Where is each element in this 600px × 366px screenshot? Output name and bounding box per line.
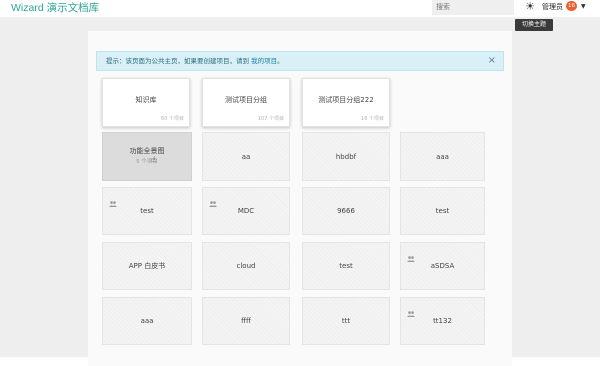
project-card[interactable]: aaa bbox=[102, 297, 192, 345]
caret-down-icon[interactable]: ▼ bbox=[581, 1, 586, 13]
brand-title[interactable]: Wizard 演示文档库 bbox=[11, 0, 99, 17]
project-title: tt132 bbox=[433, 317, 452, 325]
project-card[interactable]: aa bbox=[202, 132, 290, 181]
project-card[interactable]: 知识库 60 个项目 bbox=[102, 78, 190, 127]
project-title: 测试项目分组 bbox=[225, 95, 267, 104]
project-title: APP 白皮书 bbox=[128, 262, 166, 270]
project-title: MDC bbox=[237, 207, 255, 215]
close-icon[interactable]: × bbox=[488, 52, 496, 70]
project-card[interactable]: cloud bbox=[202, 242, 290, 290]
project-count: 5 个项目 bbox=[136, 159, 158, 166]
project-title: aSDSA bbox=[430, 262, 455, 270]
project-card[interactable]: test bbox=[102, 187, 192, 235]
users-icon bbox=[407, 302, 415, 317]
project-title: 知识库 bbox=[135, 95, 157, 104]
users-icon bbox=[109, 192, 117, 207]
project-title: test bbox=[140, 207, 154, 215]
notification-badge[interactable]: 16 bbox=[566, 1, 577, 11]
project-count: 16 个项目 bbox=[361, 116, 384, 122]
project-title: aa bbox=[241, 152, 251, 161]
project-title: aaa bbox=[436, 152, 449, 161]
project-title: test bbox=[435, 207, 450, 215]
project-card[interactable]: 9666 bbox=[302, 187, 390, 235]
sun-icon[interactable]: ☀ bbox=[524, 1, 536, 13]
project-card[interactable]: test bbox=[400, 187, 485, 235]
project-title: 测试项目分组222 bbox=[318, 95, 374, 104]
project-card[interactable]: aaa bbox=[400, 132, 485, 181]
project-card[interactable]: tt132 bbox=[400, 297, 485, 345]
users-icon bbox=[407, 247, 415, 262]
project-title: aaa bbox=[140, 317, 154, 325]
user-menu-label[interactable]: 管理员 bbox=[542, 1, 563, 13]
project-title: test bbox=[339, 262, 353, 270]
project-count: 107 个项目 bbox=[257, 116, 284, 122]
top-navbar: Wizard 演示文档库 ☀ 管理员 16 ▼ bbox=[0, 0, 600, 17]
project-card[interactable]: MDC bbox=[202, 187, 290, 235]
project-card[interactable]: test bbox=[302, 242, 390, 290]
project-title: ttt bbox=[341, 317, 351, 325]
hand-cursor-icon: ☝ bbox=[151, 155, 156, 164]
project-card[interactable]: 功能全景图 5 个项目 ☝ bbox=[102, 132, 192, 181]
project-count: 60 个项目 bbox=[161, 116, 184, 122]
search-input[interactable] bbox=[432, 0, 514, 15]
project-title: 9666 bbox=[337, 207, 355, 215]
project-card[interactable]: ffff bbox=[202, 297, 290, 345]
project-title: ffff bbox=[241, 317, 251, 325]
notice-text: 提示：该页面为公共主页，如果要创建项目，请到 我的项目。 bbox=[106, 57, 284, 65]
project-title: cloud bbox=[236, 262, 256, 270]
project-card[interactable]: hbdbf bbox=[302, 132, 390, 181]
project-card[interactable]: ttt bbox=[302, 297, 390, 345]
my-projects-link[interactable]: 我的项目 bbox=[251, 57, 277, 65]
project-title: hbdbf bbox=[335, 152, 357, 161]
theme-tooltip: 切换主题 bbox=[515, 19, 553, 31]
notice-banner: 提示：该页面为公共主页，如果要创建项目，请到 我的项目。 × bbox=[96, 51, 504, 71]
users-icon bbox=[209, 192, 217, 207]
project-title: 功能全景图 bbox=[129, 146, 165, 155]
project-card[interactable]: aSDSA bbox=[400, 242, 485, 290]
project-card[interactable]: APP 白皮书 bbox=[102, 242, 192, 290]
project-card[interactable]: 测试项目分组222 16 个项目 bbox=[302, 78, 390, 127]
project-card[interactable]: 测试项目分组 107 个项目 bbox=[202, 78, 290, 127]
